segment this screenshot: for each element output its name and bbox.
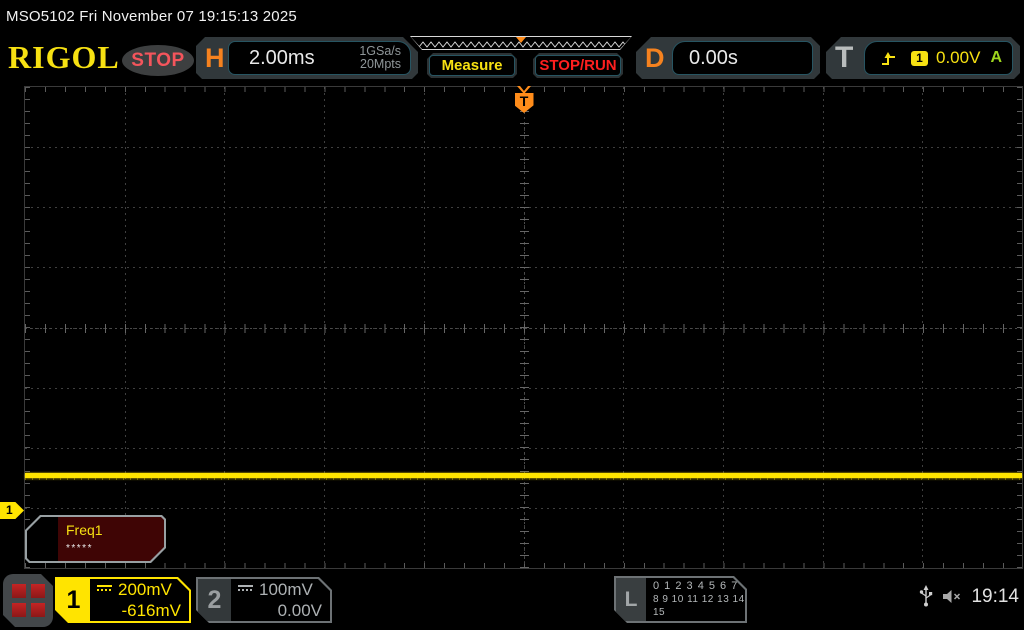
speaker-muted-icon: [942, 589, 962, 604]
channel2-number: 2: [198, 579, 231, 621]
trigger-source-badge: 1: [911, 51, 928, 66]
horizontal-inner-box: 2.00ms 1GSa/s 20Mpts: [228, 41, 411, 75]
channel2-offset: 0.00V: [238, 601, 322, 621]
logic-label: L: [616, 578, 646, 621]
dc-coupling-icon: [238, 585, 253, 594]
menu-square: [31, 584, 45, 598]
waveform-overview-strip[interactable]: [410, 36, 632, 50]
rigol-logo: RIGOL: [8, 39, 120, 76]
trigger-mode-auto: A: [990, 49, 1002, 67]
stop-run-button-label: STOP/RUN: [535, 55, 621, 76]
center-horizontal-crosshair-ticks: [25, 324, 1022, 333]
measurement-popup-body: Freq1 *****: [58, 517, 164, 561]
sample-rate: 1GSa/s: [359, 44, 401, 58]
measurement-popup[interactable]: Freq1 *****: [25, 515, 166, 563]
horizontal-label: H: [205, 37, 225, 79]
bottom-bar: 1 200mV -616mV 2 100mV 0.00V L 0 1 2 3 4…: [0, 572, 1024, 630]
ch1-waveform-trace: [25, 473, 1022, 478]
model-and-datetime: MSO5102 Fri November 07 19:15:13 2025: [6, 8, 297, 25]
delay-value: 0.00s: [689, 47, 738, 70]
trigger-settings-block[interactable]: T 1 0.00V A: [826, 37, 1020, 79]
trigger-inner-box: 1 0.00V A: [864, 41, 1013, 75]
logic-channels-block[interactable]: L 0 1 2 3 4 5 6 7 8 9 10 11 12 13 14 15: [614, 576, 747, 623]
channel1-scale: 200mV: [118, 580, 172, 600]
sample-rate-memdepth: 1GSa/s 20Mpts: [359, 45, 401, 71]
graticule: T: [24, 86, 1023, 569]
channel1-block[interactable]: 1 200mV -616mV: [55, 577, 191, 623]
channel1-body: 200mV -616mV: [90, 579, 189, 621]
grid-menu-icon[interactable]: [3, 574, 53, 627]
measure-button-label: Measure: [429, 55, 515, 76]
measurement-name: Freq1: [66, 522, 156, 538]
oscilloscope-screen: { "header": { "title": "MSO5102 Fri Nove…: [0, 0, 1024, 630]
logic-body: 0 1 2 3 4 5 6 7 8 9 10 11 12 13 14 15: [646, 578, 745, 621]
toolbar: RIGOL STOP H 2.00ms 1GSa/s 20Mpts Measur…: [0, 34, 1024, 82]
trigger-level-value: 0.00V: [936, 48, 980, 68]
channel2-scale: 100mV: [259, 580, 313, 600]
channel2-body: 100mV 0.00V: [231, 579, 330, 621]
status-cluster: 19:14: [919, 585, 1019, 608]
measurement-popup-inner: Freq1 *****: [27, 517, 164, 561]
menu-square: [12, 584, 26, 598]
horizontal-settings-block[interactable]: H 2.00ms 1GSa/s 20Mpts: [196, 37, 418, 79]
trigger-label: T: [835, 37, 853, 79]
menu-square: [12, 603, 26, 617]
measurement-popup-handle: [27, 517, 58, 561]
delay-settings-block[interactable]: D 0.00s: [636, 37, 820, 79]
memory-depth: 20Mpts: [360, 57, 401, 71]
channel2-block[interactable]: 2 100mV 0.00V: [196, 577, 332, 623]
usb-icon: [919, 585, 933, 608]
trigger-position-marker-icon[interactable]: [517, 86, 531, 94]
rising-edge-icon: [881, 51, 897, 66]
ch1-level-marker[interactable]: 1: [0, 502, 24, 519]
measure-button[interactable]: Measure: [427, 53, 517, 78]
titlebar: MSO5102 Fri November 07 19:15:13 2025: [0, 0, 1024, 32]
preview-trigger-position-icon: [516, 37, 526, 43]
menu-square: [31, 603, 45, 617]
clock: 19:14: [971, 586, 1019, 608]
logic-channels-0-7: 0 1 2 3 4 5 6 7: [653, 580, 745, 593]
stop-run-button[interactable]: STOP/RUN: [533, 53, 623, 78]
measurement-value: *****: [66, 543, 156, 554]
delay-label: D: [645, 37, 665, 79]
timebase-value: 2.00ms: [249, 47, 315, 70]
acquisition-status-badge: STOP: [122, 45, 194, 76]
trigger-marker[interactable]: T: [515, 93, 534, 113]
delay-inner-box: 0.00s: [672, 41, 813, 75]
logic-channels-8-15: 8 9 10 11 12 13 14 15: [653, 593, 745, 619]
grid-menu-squares: [12, 584, 45, 617]
channel1-offset: -616mV: [97, 601, 181, 621]
channel1-number: 1: [57, 579, 90, 621]
dc-coupling-icon: [97, 585, 112, 594]
